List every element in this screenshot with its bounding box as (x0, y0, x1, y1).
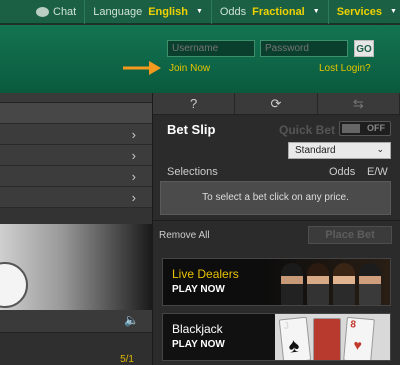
list-item[interactable]: › (0, 145, 152, 166)
odds-selector[interactable]: Odds Fractional ▼ (212, 0, 329, 24)
refresh-icon[interactable]: ⟳ (235, 93, 318, 114)
username-input[interactable] (167, 40, 255, 57)
chevron-right-icon: › (131, 169, 136, 184)
odds-price[interactable]: 5/1 (120, 354, 134, 365)
odds-format-value: Fractional (252, 5, 305, 18)
heart-icon: ♥ (352, 336, 363, 354)
join-now-link[interactable]: Join Now (169, 63, 210, 74)
each-way-header: E/W (367, 166, 388, 178)
event-row: 5/1 (0, 332, 152, 365)
list-item[interactable]: › (0, 166, 152, 187)
panel-header (0, 93, 152, 103)
help-icon[interactable]: ? (153, 93, 236, 114)
bet-mode-value: Standard (295, 145, 336, 156)
chevron-down-icon: ▼ (312, 8, 320, 15)
list-item[interactable]: › (0, 187, 152, 208)
spade-icon: ♠ (287, 334, 301, 358)
live-dealers-promo[interactable]: Live Dealers PLAY NOW (162, 258, 391, 306)
chevron-down-icon: ⌄ (376, 144, 384, 154)
selections-header: Selections (167, 166, 218, 178)
dealer-image (281, 263, 303, 305)
eight-card-image: 8 ♥ (343, 316, 375, 360)
quick-bet-toggle[interactable]: OFF (339, 121, 391, 136)
top-bar: Chat Language English ▼ Odds Fractional … (0, 0, 400, 24)
hero-image[interactable] (0, 224, 152, 310)
toggle-knob (342, 124, 360, 133)
lost-login-link[interactable]: Lost Login? (319, 63, 371, 74)
bet-slip-toolbar: ? ⟳ ⇆ (153, 93, 400, 115)
services-label: Services (336, 5, 382, 18)
left-panel: › › › › 🔈 5/1 (0, 93, 152, 365)
promo-title: Blackjack (172, 322, 223, 336)
card-rank-icon: 8 (349, 319, 357, 331)
odds-format-label: Odds (219, 5, 247, 18)
language-selector[interactable]: Language English ▼ (85, 0, 212, 24)
divider (153, 220, 400, 221)
language-label: Language (93, 5, 143, 18)
dealer-image (359, 263, 381, 305)
chat-icon (36, 6, 49, 17)
list-item[interactable]: › (0, 124, 152, 145)
chevron-right-icon: › (131, 127, 136, 142)
place-bet-button[interactable]: Place Bet (308, 226, 392, 244)
language-value: English (148, 5, 188, 18)
dealer-image (307, 263, 329, 305)
bet-mode-select[interactable]: Standard ⌄ (288, 142, 391, 159)
go-button[interactable]: GO (354, 40, 374, 57)
password-input[interactable] (260, 40, 348, 57)
ball-image (0, 262, 28, 308)
blackjack-promo[interactable]: Blackjack PLAY NOW J ♠ 8 ♥ (162, 313, 391, 361)
chevron-right-icon: › (131, 190, 136, 205)
card-rank-icon: J (282, 320, 290, 333)
bet-slip-panel: ? ⟳ ⇆ Bet Slip Quick Bet OFF Standard ⌄ … (152, 93, 400, 365)
chevron-down-icon: ▼ (389, 8, 397, 15)
bet-slip-title: Bet Slip (167, 122, 216, 137)
remove-all-link[interactable]: Remove All (159, 230, 210, 241)
site-header: GO Join Now Lost Login? (0, 25, 400, 93)
king-card-image (313, 318, 341, 360)
jack-card-image: J ♠ (278, 316, 312, 360)
promo-cta: PLAY NOW (172, 339, 225, 350)
swap-icon[interactable]: ⇆ (318, 93, 400, 114)
empty-slip-message: To select a bet click on any price. (160, 181, 391, 215)
panel-header-bar (0, 103, 152, 124)
chevron-right-icon: › (131, 148, 136, 163)
promo-title: Live Dealers (172, 267, 239, 281)
odds-header: Odds (329, 166, 356, 178)
speaker-icon[interactable]: 🔈 (124, 313, 139, 327)
services-menu[interactable]: Services ▼ (329, 0, 400, 24)
chevron-down-icon: ▼ (195, 8, 203, 15)
chat-link[interactable]: Chat (0, 0, 86, 24)
quick-bet-label: Quick Bet (279, 123, 336, 137)
chat-label: Chat (53, 5, 77, 18)
promo-cta: PLAY NOW (172, 284, 225, 295)
toggle-state: OFF (367, 123, 385, 133)
dealer-image (333, 263, 355, 305)
arrow-right-icon (123, 61, 161, 75)
